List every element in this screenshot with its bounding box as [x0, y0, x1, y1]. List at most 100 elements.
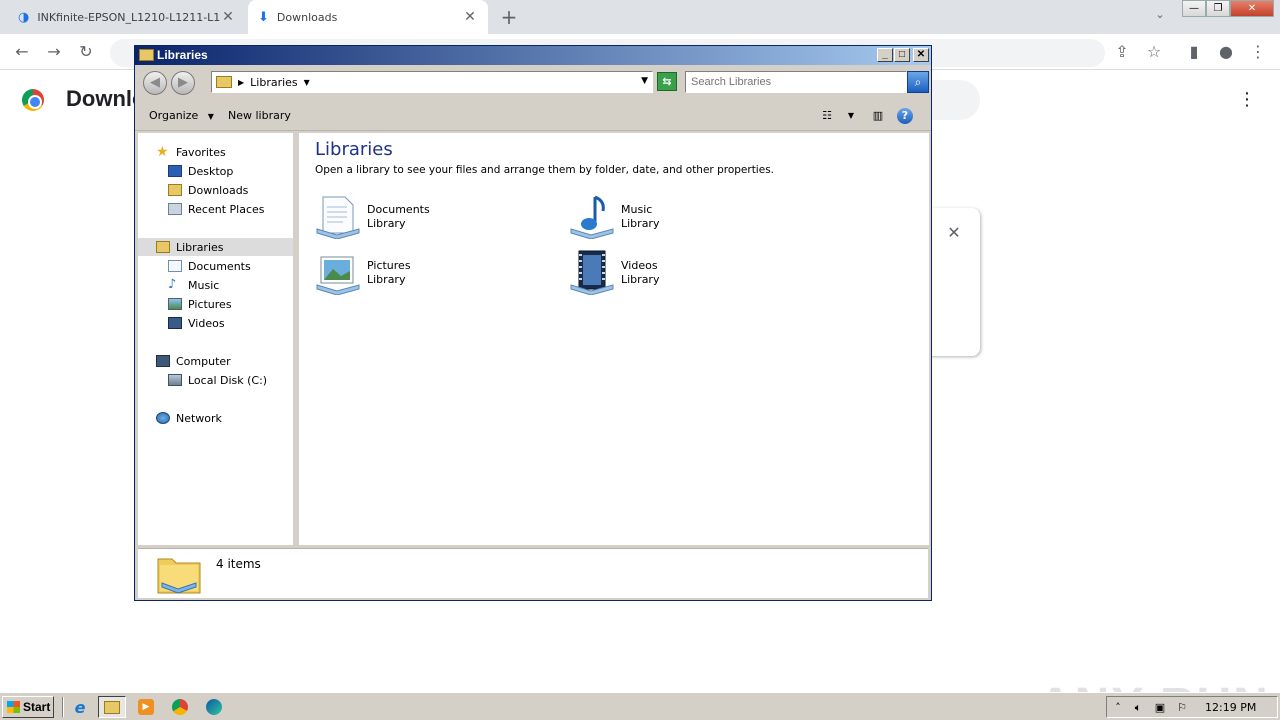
nav-item-pictures[interactable]: Pictures: [138, 295, 293, 313]
chrome-taskbar-icon[interactable]: [166, 696, 194, 718]
view-options-icon[interactable]: ☷: [819, 108, 835, 124]
nav-label: Desktop: [188, 164, 234, 178]
film-icon: [168, 317, 182, 329]
browser-tabstrip: ◑ INKfinite-EPSON_L1210-L1211-L121 ✕ ⬇ D…: [0, 0, 1280, 34]
nav-item-computer[interactable]: Computer: [138, 352, 293, 370]
nav-item-libraries[interactable]: Libraries: [138, 238, 293, 256]
picture-icon: [168, 298, 182, 310]
menu-dots-icon[interactable]: ⋮: [1238, 90, 1256, 110]
chevron-up-icon[interactable]: ˄: [1111, 701, 1125, 715]
volume-icon[interactable]: 🔈︎: [1131, 701, 1145, 715]
minimize-button[interactable]: _: [877, 48, 893, 62]
explorer-taskbar-icon[interactable]: [98, 696, 126, 718]
chevron-down-icon[interactable]: ▼: [845, 108, 857, 124]
tab-favicon-icon: ◑: [18, 9, 30, 25]
close-icon[interactable]: ✕: [945, 224, 963, 242]
desktop-icon: [168, 165, 182, 177]
reload-icon[interactable]: ↻: [76, 42, 96, 62]
nav-item-documents[interactable]: Documents: [138, 257, 293, 275]
window-caption-buttons: _ □ ✕: [877, 48, 929, 62]
libraries-folder-icon: [156, 241, 170, 253]
maximize-button[interactable]: □: [894, 48, 910, 62]
menu-dots-icon[interactable]: ⋮: [1248, 42, 1268, 62]
library-item-documents[interactable]: Documents Library: [315, 193, 430, 240]
library-name: Videos: [621, 259, 658, 272]
nav-item-music[interactable]: ♪ Music: [138, 276, 293, 294]
flag-icon[interactable]: ⚐: [1175, 701, 1189, 715]
system-tray: ˄ 🔈︎ ▣ ⚐ 12:19 PM: [1106, 696, 1278, 718]
close-icon[interactable]: ✕: [220, 9, 236, 25]
close-window-button[interactable]: ✕: [913, 48, 929, 62]
chevron-down-icon[interactable]: ▼: [304, 78, 310, 87]
minimize-button[interactable]: —: [1182, 0, 1206, 17]
nav-item-network[interactable]: Network: [138, 409, 293, 427]
library-type: Library: [621, 273, 660, 286]
internet-explorer-icon[interactable]: e: [66, 696, 94, 718]
library-item-music[interactable]: Music Library: [569, 193, 659, 240]
side-panel-icon[interactable]: ▮: [1184, 42, 1204, 62]
computer-icon: [156, 355, 170, 367]
document-icon: [168, 260, 182, 272]
window-title: Libraries: [157, 48, 208, 62]
library-type: Library: [367, 273, 406, 286]
music-note-icon: ♪: [168, 277, 177, 292]
preview-pane-icon[interactable]: ▥: [869, 108, 887, 124]
nav-item-downloads[interactable]: Downloads: [138, 181, 293, 199]
star-icon[interactable]: ☆: [1144, 42, 1164, 62]
nav-label: Network: [176, 411, 222, 425]
libraries-folder-icon: [156, 555, 202, 595]
edge-taskbar-icon[interactable]: [200, 696, 228, 718]
back-arrow-icon[interactable]: ←: [12, 42, 32, 62]
tab-downloads[interactable]: ⬇ Downloads ✕: [248, 0, 488, 34]
restore-button[interactable]: ❐: [1206, 0, 1230, 17]
address-history-dropdown-icon[interactable]: ▼: [641, 76, 648, 86]
clock[interactable]: 12:19 PM: [1205, 701, 1256, 714]
close-icon[interactable]: ✕: [462, 9, 478, 25]
share-icon[interactable]: ⇪: [1112, 42, 1132, 62]
address-path[interactable]: Libraries: [250, 76, 298, 89]
tab-title: Downloads: [276, 10, 338, 24]
nav-label: Local Disk (C:): [188, 373, 268, 387]
library-name: Music: [621, 203, 653, 216]
nav-label: Downloads: [188, 183, 249, 197]
nav-item-videos[interactable]: Videos: [138, 314, 293, 332]
navigation-pane: ★ Favorites Desktop Downloads Recent Pla…: [138, 133, 296, 545]
nav-item-local-disk[interactable]: Local Disk (C:): [138, 371, 293, 389]
nav-item-favorites[interactable]: ★ Favorites: [138, 143, 293, 161]
organize-button[interactable]: Organize ▼: [149, 109, 214, 122]
tab-inkfinite[interactable]: ◑ INKfinite-EPSON_L1210-L1211-L121 ✕: [8, 0, 246, 34]
window-title-bar[interactable]: Libraries _ □ ✕: [135, 46, 931, 65]
nav-item-recent-places[interactable]: Recent Places: [138, 200, 293, 218]
profile-avatar-icon[interactable]: ●: [1216, 42, 1236, 62]
forward-button[interactable]: ▶: [171, 71, 195, 95]
search-icon[interactable]: ⌕: [907, 71, 929, 93]
library-item-videos[interactable]: Videos Library: [569, 249, 660, 296]
star-icon: ★: [156, 144, 169, 160]
nav-label: Libraries: [176, 240, 224, 254]
nav-label: Recent Places: [188, 202, 265, 216]
forward-arrow-icon[interactable]: →: [44, 42, 64, 62]
content-title: Libraries: [315, 139, 393, 160]
pictures-library-icon: [315, 249, 361, 296]
library-name: Pictures: [367, 259, 411, 272]
new-tab-button[interactable]: +: [498, 6, 520, 28]
network-icon[interactable]: ▣: [1153, 701, 1167, 715]
help-icon[interactable]: ?: [897, 108, 913, 124]
chevron-right-icon[interactable]: ▶: [238, 78, 244, 87]
start-button[interactable]: Start: [2, 696, 54, 718]
tab-title: INKfinite-EPSON_L1210-L1211-L121: [37, 10, 220, 24]
library-item-pictures[interactable]: Pictures Library: [315, 249, 411, 296]
address-bar[interactable]: ▶ Libraries ▼ ▼: [211, 71, 653, 93]
close-window-button[interactable]: ✕: [1230, 0, 1274, 17]
windows-logo-icon: [7, 701, 20, 713]
media-player-icon[interactable]: ▶: [132, 696, 160, 718]
address-toolbar: ◀ ▶ ▶ Libraries ▼ ▼ ⇆ ⌕: [135, 65, 931, 99]
back-button[interactable]: ◀: [143, 71, 167, 95]
new-library-button[interactable]: New library: [228, 109, 291, 122]
taskbar: Start e ▶ ˄ 🔈︎ ▣ ⚐ 12:19 PM: [0, 692, 1280, 720]
nav-item-desktop[interactable]: Desktop: [138, 162, 293, 180]
chevron-down-icon[interactable]: ⌄: [1150, 8, 1170, 26]
refresh-button[interactable]: ⇆: [657, 72, 677, 91]
search-input[interactable]: [685, 71, 907, 93]
command-bar: Organize ▼ New library ☷ ▼ ▥ ?: [135, 101, 931, 131]
